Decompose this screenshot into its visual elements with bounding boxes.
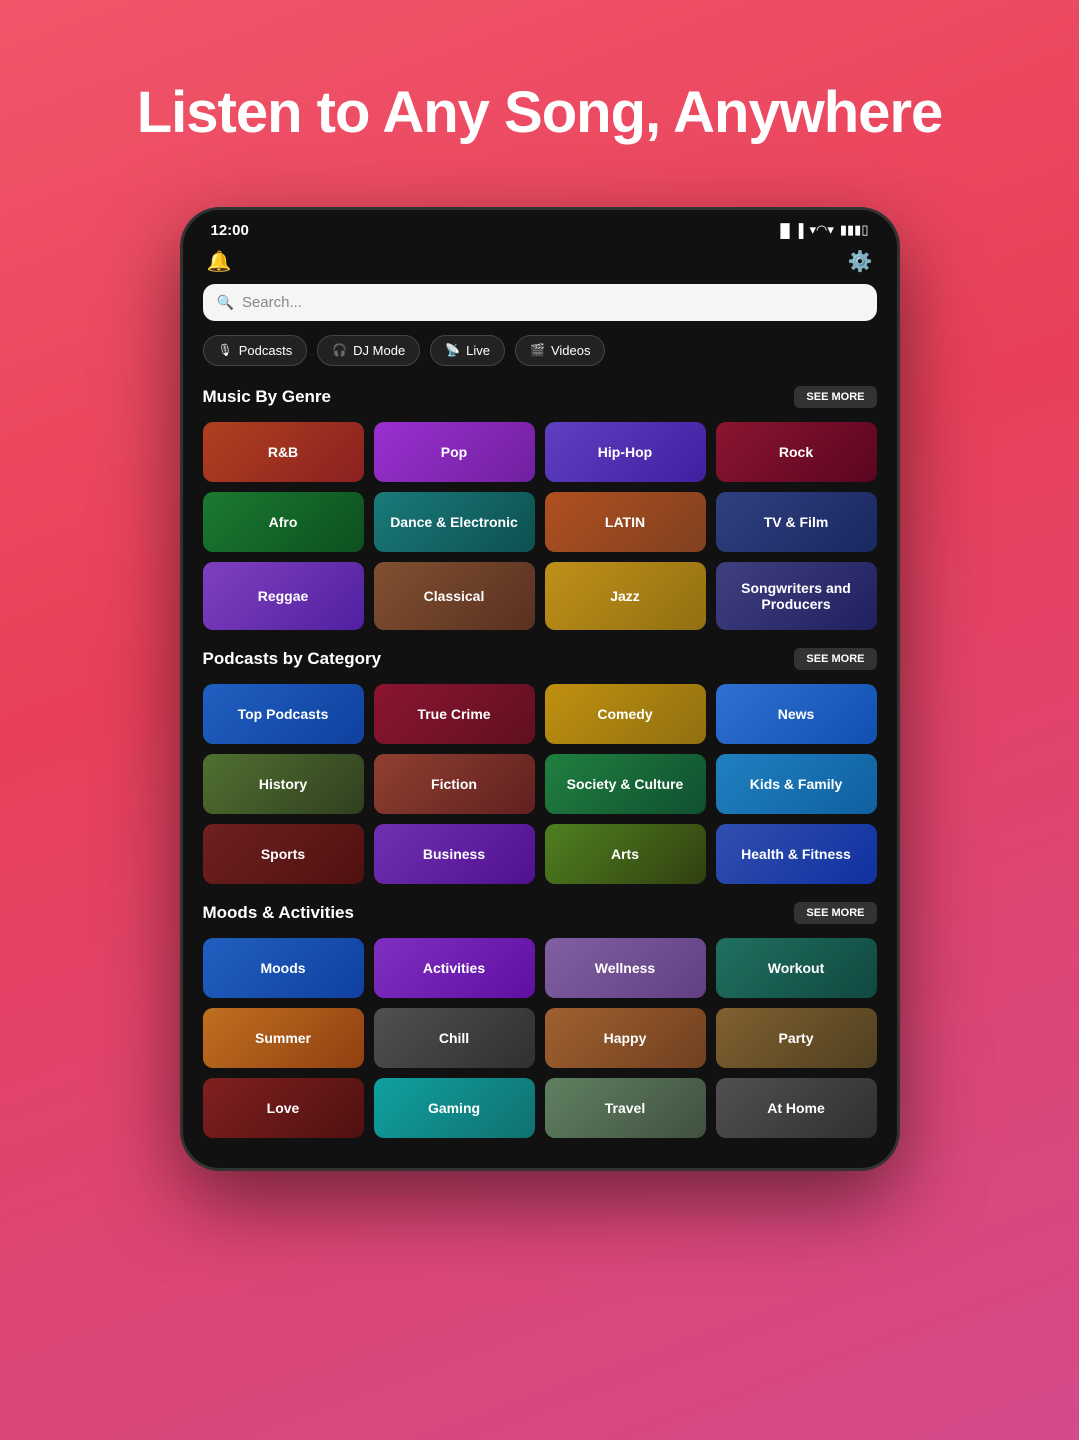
music-section-title: Music By Genre: [203, 387, 332, 407]
podcast-tile-truecrime[interactable]: True Crime: [374, 684, 535, 744]
podcast-tile-comedy[interactable]: Comedy: [545, 684, 706, 744]
tab-live[interactable]: 📡 Live: [430, 335, 505, 366]
tab-live-label: Live: [466, 343, 490, 358]
moods-see-more-button[interactable]: SEE MORE: [794, 902, 876, 924]
gear-icon[interactable]: ⚙️: [848, 249, 873, 274]
mood-tile-happy[interactable]: Happy: [545, 1008, 706, 1068]
podcast-tile-business[interactable]: Business: [374, 824, 535, 884]
live-icon: 📡: [445, 343, 460, 357]
mood-tile-chill[interactable]: Chill: [374, 1008, 535, 1068]
podcast-tile-kidsfamily[interactable]: Kids & Family: [716, 754, 877, 814]
djmode-icon: 🎧: [332, 343, 347, 357]
mood-tile-summer[interactable]: Summer: [203, 1008, 364, 1068]
tab-videos[interactable]: 🎬 Videos: [515, 335, 605, 366]
search-placeholder: Search...: [242, 294, 302, 311]
mood-tile-moods[interactable]: Moods: [203, 938, 364, 998]
hero-title: Listen to Any Song, Anywhere: [137, 80, 943, 147]
status-icons: ▐▌▐ ▾◠▾ ▮▮▮▯: [776, 222, 869, 238]
tab-podcasts[interactable]: 🎙 Podcasts: [203, 335, 308, 366]
podcast-tile-healthfitness[interactable]: Health & Fitness: [716, 824, 877, 884]
mood-tile-travel[interactable]: Travel: [545, 1078, 706, 1138]
music-tile-jazz[interactable]: Jazz: [545, 562, 706, 630]
mood-tile-workout[interactable]: Workout: [716, 938, 877, 998]
music-tile-reggae[interactable]: Reggae: [203, 562, 364, 630]
mood-tile-love[interactable]: Love: [203, 1078, 364, 1138]
music-tile-tvfilm[interactable]: TV & Film: [716, 492, 877, 552]
battery-icon: ▮▮▮▯: [840, 222, 869, 238]
music-section-header: Music By Genre SEE MORE: [203, 386, 877, 408]
search-bar: 🔍 Search...: [183, 284, 897, 335]
tab-djmode[interactable]: 🎧 DJ Mode: [317, 335, 420, 366]
music-tile-afro[interactable]: Afro: [203, 492, 364, 552]
search-input-wrapper[interactable]: 🔍 Search...: [203, 284, 877, 321]
tab-videos-label: Videos: [551, 343, 591, 358]
podcasts-see-more-button[interactable]: SEE MORE: [794, 648, 876, 670]
podcast-tile-arts[interactable]: Arts: [545, 824, 706, 884]
nav-tabs: 🎙 Podcasts 🎧 DJ Mode 📡 Live 🎬 Videos: [183, 335, 897, 382]
wifi-icon: ▾◠▾: [809, 222, 833, 238]
podcast-tile-news[interactable]: News: [716, 684, 877, 744]
podcast-tile-fiction[interactable]: Fiction: [374, 754, 535, 814]
tab-podcasts-label: Podcasts: [239, 343, 292, 358]
music-see-more-button[interactable]: SEE MORE: [794, 386, 876, 408]
music-tile-songwriters[interactable]: Songwriters and Producers: [716, 562, 877, 630]
music-tile-latin[interactable]: LATIN: [545, 492, 706, 552]
moods-grid: MoodsActivitiesWellnessWorkout SummerChil…: [203, 938, 877, 1138]
mood-tile-athome[interactable]: At Home: [716, 1078, 877, 1138]
podcasts-grid: Top PodcastsTrue CrimeComedyNews HistoryF…: [203, 684, 877, 884]
status-bar: 12:00 ▐▌▐ ▾◠▾ ▮▮▮▯: [183, 210, 897, 243]
phone-frame: 12:00 ▐▌▐ ▾◠▾ ▮▮▮▯ 🔔 ⚙️ 🔍 Search... 🎙 Po…: [180, 207, 900, 1171]
top-bar: 🔔 ⚙️: [183, 243, 897, 284]
mood-tile-activities[interactable]: Activities: [374, 938, 535, 998]
music-tile-rock[interactable]: Rock: [716, 422, 877, 482]
search-icon: 🔍: [217, 294, 234, 311]
podcasts-section-header: Podcasts by Category SEE MORE: [203, 648, 877, 670]
music-tile-rnb[interactable]: R&B: [203, 422, 364, 482]
music-tile-dance[interactable]: Dance & Electronic: [374, 492, 535, 552]
content-area: Music By Genre SEE MORE R&BPopHip-HopRoc…: [183, 386, 897, 1168]
music-tile-classical[interactable]: Classical: [374, 562, 535, 630]
music-grid: R&BPopHip-HopRock AfroDance & ElectronicL…: [203, 422, 877, 630]
videos-icon: 🎬: [530, 343, 545, 357]
moods-section-header: Moods & Activities SEE MORE: [203, 902, 877, 924]
moods-section-title: Moods & Activities: [203, 903, 354, 923]
podcasts-icon: 🎙: [218, 343, 233, 357]
tab-djmode-label: DJ Mode: [353, 343, 405, 358]
bell-icon[interactable]: 🔔: [207, 249, 232, 274]
podcast-tile-history[interactable]: History: [203, 754, 364, 814]
status-time: 12:00: [211, 222, 249, 239]
mood-tile-gaming[interactable]: Gaming: [374, 1078, 535, 1138]
music-tile-pop[interactable]: Pop: [374, 422, 535, 482]
podcast-tile-sports[interactable]: Sports: [203, 824, 364, 884]
mood-tile-wellness[interactable]: Wellness: [545, 938, 706, 998]
mood-tile-party[interactable]: Party: [716, 1008, 877, 1068]
music-tile-hiphop[interactable]: Hip-Hop: [545, 422, 706, 482]
podcast-tile-toppodcasts[interactable]: Top Podcasts: [203, 684, 364, 744]
podcast-tile-society[interactable]: Society & Culture: [545, 754, 706, 814]
podcasts-section-title: Podcasts by Category: [203, 649, 382, 669]
signal-icon: ▐▌▐: [776, 223, 804, 238]
